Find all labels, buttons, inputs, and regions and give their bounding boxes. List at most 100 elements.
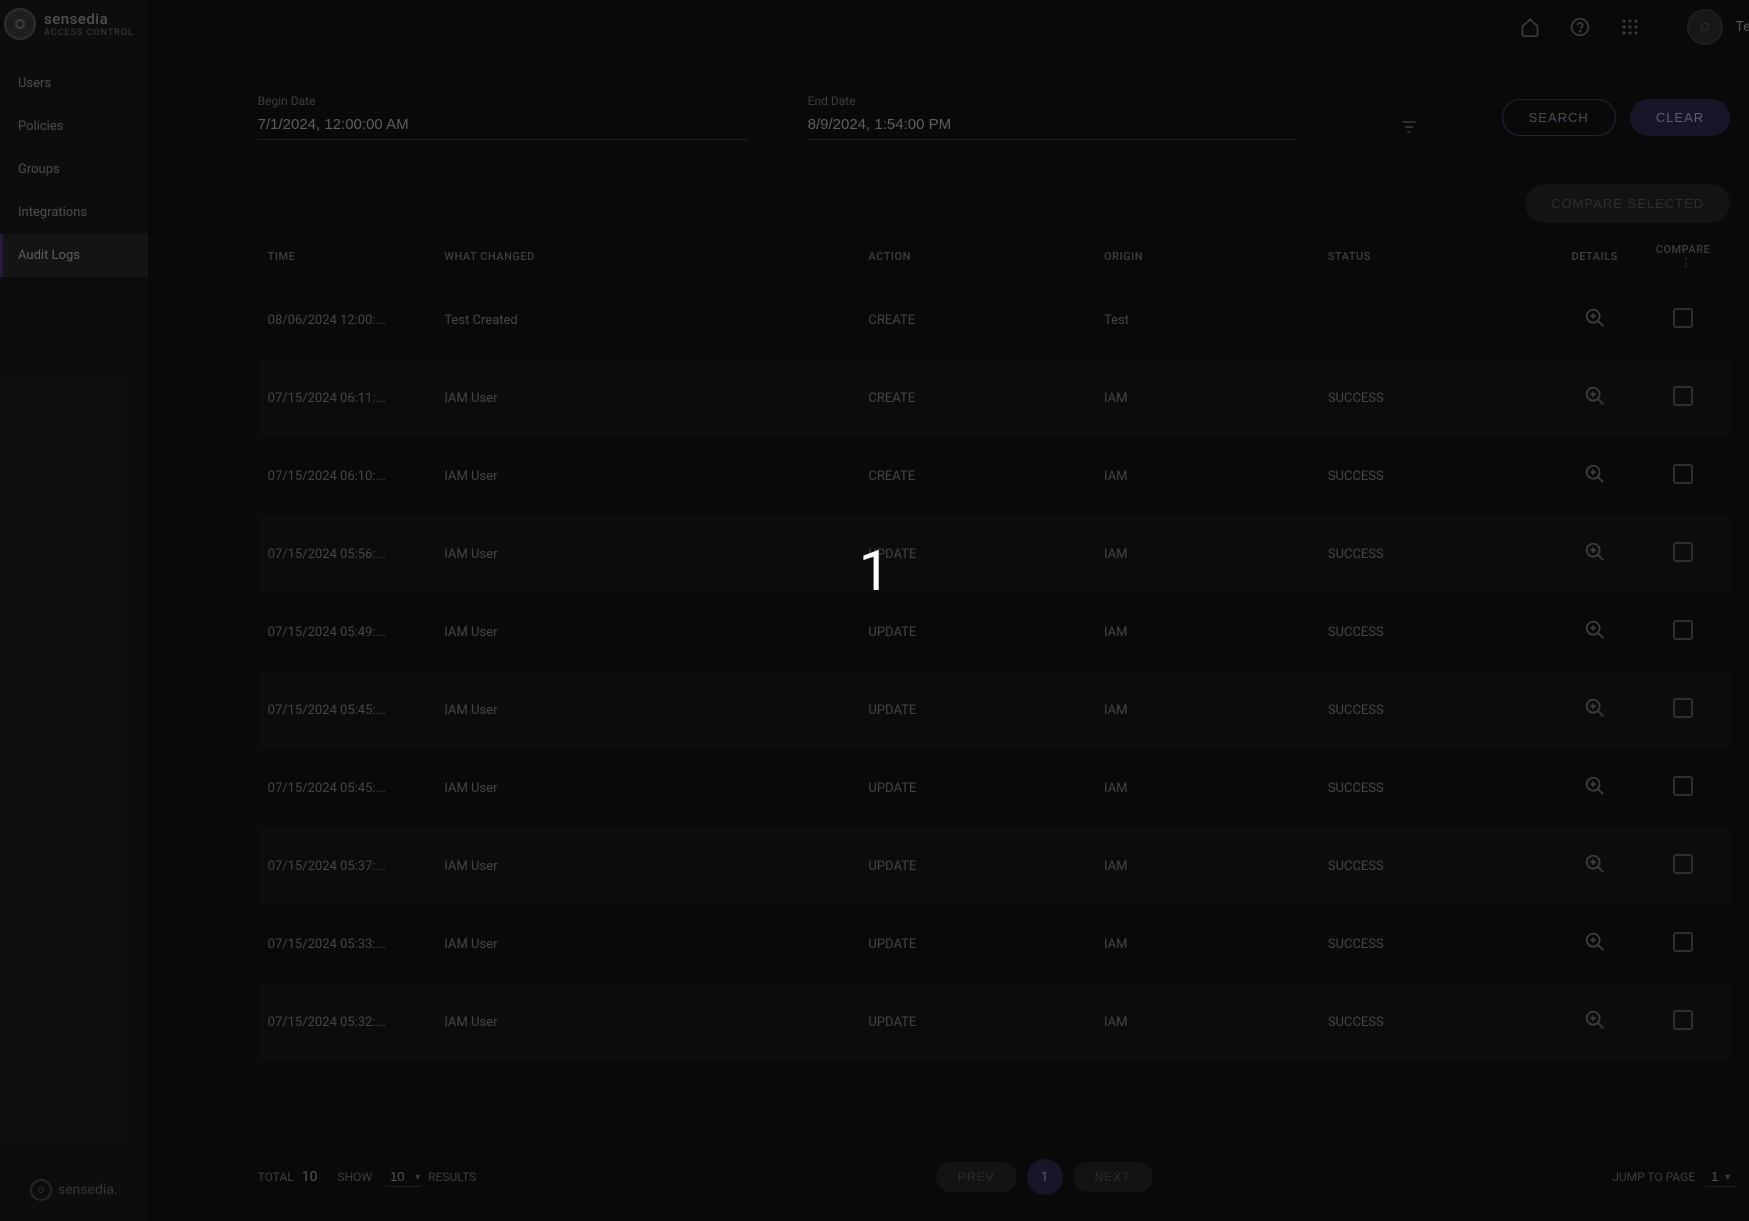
- cell-origin: IAM: [1094, 359, 1318, 437]
- jump-select[interactable]: 1: [1705, 1167, 1737, 1187]
- table-row: 07/15/2024 06:11:...IAM UserCREATEIAMSUC…: [258, 359, 1731, 437]
- compare-checkbox[interactable]: [1673, 776, 1693, 796]
- cell-status: SUCCESS: [1318, 359, 1554, 437]
- cell-action: CREATE: [858, 281, 1094, 359]
- cell-origin: IAM: [1094, 593, 1318, 671]
- sidebar-item-audit-logs[interactable]: Audit Logs: [0, 234, 148, 277]
- show-label: SHOW: [337, 1170, 372, 1184]
- details-zoom-icon[interactable]: [1584, 385, 1606, 407]
- begin-date-label: Begin Date: [258, 94, 748, 108]
- results-label: RESULTS: [428, 1170, 476, 1184]
- sidebar-item-policies[interactable]: Policies: [0, 105, 148, 148]
- show-select[interactable]: 10: [386, 1167, 421, 1187]
- cell-time: 07/15/2024 05:45:...: [258, 749, 435, 827]
- compare-checkbox[interactable]: [1673, 620, 1693, 640]
- total-value: 10: [302, 1169, 318, 1185]
- cell-what-changed: IAM User: [434, 359, 858, 437]
- cell-time: 07/15/2024 05:37:...: [258, 827, 435, 905]
- table-row: 07/15/2024 05:32:...IAM UserUPDATEIAMSUC…: [258, 983, 1731, 1061]
- details-zoom-icon[interactable]: [1584, 463, 1606, 485]
- help-icon[interactable]: [1569, 16, 1591, 38]
- compare-column-menu-icon[interactable]: ⋮: [1680, 256, 1692, 269]
- page-number[interactable]: 1: [1027, 1159, 1063, 1195]
- col-header-action: ACTION: [858, 231, 1094, 281]
- brand-subtitle: ACCESS CONTROL: [44, 28, 134, 38]
- details-zoom-icon[interactable]: [1584, 697, 1606, 719]
- cell-action: UPDATE: [858, 515, 1094, 593]
- compare-checkbox[interactable]: [1673, 464, 1693, 484]
- cell-what-changed: IAM User: [434, 749, 858, 827]
- cell-origin: IAM: [1094, 983, 1318, 1061]
- cell-status: SUCCESS: [1318, 983, 1554, 1061]
- cell-what-changed: IAM User: [434, 827, 858, 905]
- compare-checkbox[interactable]: [1673, 1010, 1693, 1030]
- prev-button[interactable]: PREV: [936, 1162, 1017, 1192]
- cell-origin: IAM: [1094, 749, 1318, 827]
- compare-selected-button[interactable]: COMPARE SELECTED: [1525, 184, 1730, 223]
- brand-name: sensedia: [44, 10, 134, 28]
- apps-grid-icon[interactable]: [1619, 16, 1641, 38]
- cell-time: 07/15/2024 06:11:...: [258, 359, 435, 437]
- end-date-label: End Date: [808, 94, 1298, 108]
- cell-origin: IAM: [1094, 671, 1318, 749]
- details-zoom-icon[interactable]: [1584, 775, 1606, 797]
- cell-status: SUCCESS: [1318, 827, 1554, 905]
- table-row: 07/15/2024 06:10:...IAM UserCREATEIAMSUC…: [258, 437, 1731, 515]
- footer-brand-text: sensedia.: [58, 1182, 118, 1198]
- col-header-time: TIME: [258, 231, 435, 281]
- sidebar-item-groups[interactable]: Groups: [0, 148, 148, 191]
- table-row: 08/06/2024 12:00:...Test CreatedCREATETe…: [258, 281, 1731, 359]
- compare-checkbox[interactable]: [1673, 932, 1693, 952]
- compare-checkbox[interactable]: [1673, 542, 1693, 562]
- compare-checkbox[interactable]: [1673, 308, 1693, 328]
- brand-logo-icon: [4, 8, 36, 40]
- main: Tech Writer Begin Date End Date SEARCH: [148, 0, 1749, 1221]
- sidebar: sensedia ACCESS CONTROL Users Policies G…: [0, 0, 148, 1221]
- details-zoom-icon[interactable]: [1584, 853, 1606, 875]
- user-name: Tech Writer: [1735, 19, 1749, 35]
- next-button[interactable]: NEXT: [1073, 1162, 1153, 1192]
- compare-checkbox[interactable]: [1673, 698, 1693, 718]
- cell-what-changed: IAM User: [434, 515, 858, 593]
- sidebar-item-users[interactable]: Users: [0, 62, 148, 105]
- cell-status: SUCCESS: [1318, 437, 1554, 515]
- table-row: 07/15/2024 05:45:...IAM UserUPDATEIAMSUC…: [258, 749, 1731, 827]
- details-zoom-icon[interactable]: [1584, 931, 1606, 953]
- brand: sensedia ACCESS CONTROL: [0, 0, 148, 44]
- cell-time: 07/15/2024 05:32:...: [258, 983, 435, 1061]
- end-date-input[interactable]: [808, 110, 1298, 140]
- cell-action: UPDATE: [858, 671, 1094, 749]
- cell-status: SUCCESS: [1318, 593, 1554, 671]
- compare-checkbox[interactable]: [1673, 386, 1693, 406]
- audit-log-table: TIME WHAT CHANGED ACTION ORIGIN STATUS D…: [258, 231, 1731, 1061]
- cell-what-changed: Test Created: [434, 281, 858, 359]
- sidebar-item-integrations[interactable]: Integrations: [0, 191, 148, 234]
- cell-time: 07/15/2024 05:45:...: [258, 671, 435, 749]
- cell-action: UPDATE: [858, 593, 1094, 671]
- sidebar-nav: Users Policies Groups Integrations Audit…: [0, 62, 148, 277]
- clear-button[interactable]: CLEAR: [1630, 99, 1730, 136]
- col-header-details: DETAILS: [1553, 231, 1635, 281]
- filter-icon[interactable]: [1398, 118, 1420, 140]
- table-row: 07/15/2024 05:33:...IAM UserUPDATEIAMSUC…: [258, 905, 1731, 983]
- begin-date-input[interactable]: [258, 110, 748, 140]
- details-zoom-icon[interactable]: [1584, 619, 1606, 641]
- compare-checkbox[interactable]: [1673, 854, 1693, 874]
- cell-what-changed: IAM User: [434, 671, 858, 749]
- total-label: TOTAL: [258, 1170, 294, 1184]
- details-zoom-icon[interactable]: [1584, 307, 1606, 329]
- details-zoom-icon[interactable]: [1584, 541, 1606, 563]
- col-header-compare: COMPARE ⋮: [1636, 231, 1730, 281]
- details-zoom-icon[interactable]: [1584, 1009, 1606, 1031]
- home-icon[interactable]: [1519, 16, 1541, 38]
- col-header-compare-label: COMPARE: [1656, 243, 1711, 256]
- cell-action: CREATE: [858, 437, 1094, 515]
- filters-row: Begin Date End Date SEARCH CLEAR: [258, 94, 1731, 140]
- footer-logo-icon: [30, 1179, 52, 1201]
- cell-origin: Test: [1094, 281, 1318, 359]
- search-button[interactable]: SEARCH: [1502, 99, 1616, 136]
- col-header-what-changed: WHAT CHANGED: [434, 231, 858, 281]
- cell-time: 07/15/2024 06:10:...: [258, 437, 435, 515]
- cell-status: [1318, 281, 1554, 359]
- user-menu[interactable]: Tech Writer: [1687, 9, 1749, 45]
